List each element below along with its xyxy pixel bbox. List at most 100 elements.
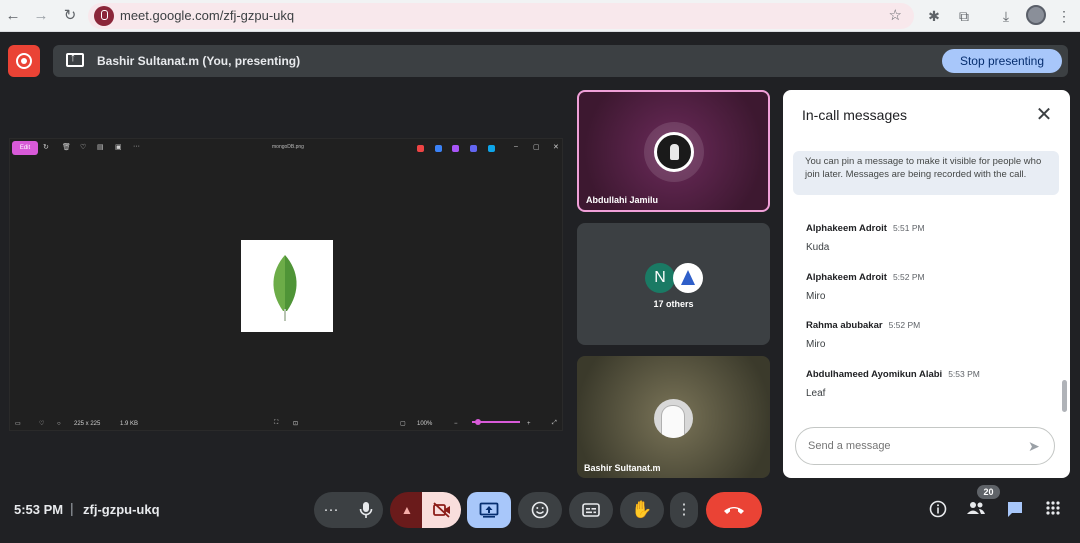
download-icon[interactable]: ⤓ xyxy=(996,6,1016,26)
avatar-initial: N xyxy=(645,263,675,293)
reactions-button[interactable] xyxy=(518,492,562,528)
message-time: 5:52 PM xyxy=(892,272,925,282)
puzzle-icon[interactable]: ⧉ xyxy=(954,6,974,26)
shared-image xyxy=(241,240,333,332)
chat-message: Rahma abubakar 5:52 PM Miro xyxy=(806,320,1046,350)
present-icon xyxy=(479,502,499,518)
message-text: Kuda xyxy=(806,242,830,253)
chat-message: Abdulhameed Ayomikun Alabi 5:53 PM Leaf xyxy=(806,369,1046,399)
meeting-time: 5:53 PM xyxy=(14,502,64,517)
in-call-messages-panel: In-call messages ✕ You can pin a message… xyxy=(783,90,1070,478)
viewer-filename: mongoDB.png xyxy=(272,144,304,150)
message-sender: Abdulhameed Ayomikun Alabi xyxy=(806,369,943,380)
viewer-statusbar: ▭ ♡ ○ 225 x 225 1.9 KB ⛶ ⊡ ▢ 100% − + ⤢ xyxy=(10,414,562,430)
more-options-icon: ··· xyxy=(133,143,140,150)
share-icon xyxy=(435,145,442,152)
audio-options-icon[interactable]: ··· xyxy=(314,492,348,528)
address-bar[interactable]: meet.google.com/zfj-gzpu-ukq ☆ xyxy=(88,3,914,29)
zoom-slider-thumb xyxy=(475,419,481,425)
zoom-in-icon: + xyxy=(527,421,531,427)
chevron-up-icon: ▲ xyxy=(401,503,413,517)
hand-icon: ✋ xyxy=(631,500,653,519)
chat-scrollbar[interactable] xyxy=(1062,380,1067,412)
camera-off-button[interactable] xyxy=(422,492,461,528)
participant-tile-abdullahi[interactable]: Abdullahi Jamilu xyxy=(577,90,770,212)
edit-button: Edit xyxy=(12,141,38,155)
present-screen-button[interactable] xyxy=(467,492,511,528)
zoom-out-icon: − xyxy=(454,421,458,427)
site-mic-icon[interactable] xyxy=(94,6,114,26)
message-sender: Alphakeem Adroit xyxy=(806,223,887,234)
actual-size-icon: ▢ xyxy=(400,421,406,427)
shared-screen: Edit ↻ 🗑 ♡ ▤ ▣ ··· mongoDB.png – ▢ ✕ ▭ ♡… xyxy=(9,138,563,431)
maximize-icon: ▢ xyxy=(533,144,540,151)
microphone-button[interactable] xyxy=(348,492,383,528)
audio-control-group: ··· xyxy=(314,492,383,528)
emoji-icon xyxy=(531,501,549,519)
print-icon: ▤ xyxy=(97,144,104,151)
filmstrip-icon: ▭ xyxy=(15,421,21,427)
pin-info-note: You can pin a message to make it visible… xyxy=(793,151,1059,195)
message-text: Miro xyxy=(806,339,826,350)
captions-button[interactable] xyxy=(569,492,613,528)
leave-call-button[interactable] xyxy=(706,492,762,528)
avatar xyxy=(654,132,694,172)
panel-title: In-call messages xyxy=(802,107,908,123)
message-sender: Alphakeem Adroit xyxy=(806,272,887,283)
forward-arrow-icon[interactable]: → xyxy=(31,6,51,26)
extension-bug-icon[interactable]: ✱ xyxy=(924,6,944,26)
video-options-caret[interactable]: ▲ xyxy=(390,492,424,528)
more-vert-icon: ⋮ xyxy=(676,501,692,518)
present-screen-icon xyxy=(66,50,84,67)
participant-tile-others[interactable]: N 17 others xyxy=(577,223,770,345)
message-input[interactable] xyxy=(808,428,1008,464)
chat-message: Alphakeem Adroit 5:52 PM Miro xyxy=(806,272,1046,302)
fit-icon: ⛶ xyxy=(274,420,279,426)
star-icon[interactable]: ☆ xyxy=(889,3,902,29)
browser-toolbar: ← → ↻ meet.google.com/zfj-gzpu-ukq ☆ ✱ ⧉… xyxy=(0,0,1080,32)
message-time: 5:53 PM xyxy=(948,369,980,379)
close-icon[interactable]: ✕ xyxy=(1033,104,1055,126)
viewer-toolbar: Edit ↻ 🗑 ♡ ▤ ▣ ··· mongoDB.png – ▢ ✕ xyxy=(10,139,562,157)
stop-presenting-button[interactable]: Stop presenting xyxy=(942,49,1062,73)
message-sender: Rahma abubakar xyxy=(806,320,883,331)
camera-off-icon xyxy=(432,502,450,518)
presenting-banner: Bashir Sultanat.m (You, presenting) Stop… xyxy=(53,45,1068,77)
participant-name: Bashir Sultanat.m xyxy=(584,463,661,473)
message-composer: ➤ xyxy=(795,427,1055,465)
send-icon[interactable]: ➤ xyxy=(1028,437,1046,455)
info-icon[interactable] xyxy=(928,500,948,520)
clipchamp-icon xyxy=(470,145,477,152)
message-text: Leaf xyxy=(806,388,826,399)
hang-up-icon xyxy=(724,507,744,515)
raise-hand-button[interactable]: ✋ xyxy=(620,492,664,528)
zoom-level: 100% xyxy=(417,421,433,427)
avatar-logo xyxy=(673,263,703,293)
image-dimensions: 225 x 225 xyxy=(74,421,101,427)
microphone-icon xyxy=(359,502,372,519)
participant-tile-self[interactable]: Bashir Sultanat.m xyxy=(577,356,770,478)
apps-grid-icon[interactable] xyxy=(1043,500,1063,520)
back-arrow-icon[interactable]: ← xyxy=(3,6,23,26)
chat-icon[interactable] xyxy=(1005,500,1025,520)
image-size: 1.9 KB xyxy=(120,421,139,427)
reload-icon[interactable]: ↻ xyxy=(60,6,80,26)
fullscreen-icon: ⊡ xyxy=(293,421,299,427)
recording-indicator[interactable] xyxy=(8,45,40,77)
message-text: Miro xyxy=(806,291,826,302)
paint-icon xyxy=(452,145,459,152)
more-options-button[interactable]: ⋮ xyxy=(670,492,698,528)
info-small-icon: ○ xyxy=(57,421,61,427)
mongodb-leaf-logo xyxy=(273,255,297,321)
browser-menu-icon[interactable]: ⋮ xyxy=(1054,6,1074,26)
participant-count-badge: 20 xyxy=(977,485,1000,499)
people-icon[interactable] xyxy=(966,500,986,520)
others-count: 17 others xyxy=(653,299,694,309)
minimize-icon: – xyxy=(514,143,518,150)
participant-name: Abdullahi Jamilu xyxy=(586,195,659,205)
url-text[interactable]: meet.google.com/zfj-gzpu-ukq xyxy=(120,3,294,29)
delete-icon: 🗑 xyxy=(62,144,71,151)
onedrive-icon xyxy=(488,145,495,152)
profile-avatar[interactable] xyxy=(1026,5,1046,25)
meeting-code: zfj-gzpu-ukq xyxy=(83,502,160,517)
